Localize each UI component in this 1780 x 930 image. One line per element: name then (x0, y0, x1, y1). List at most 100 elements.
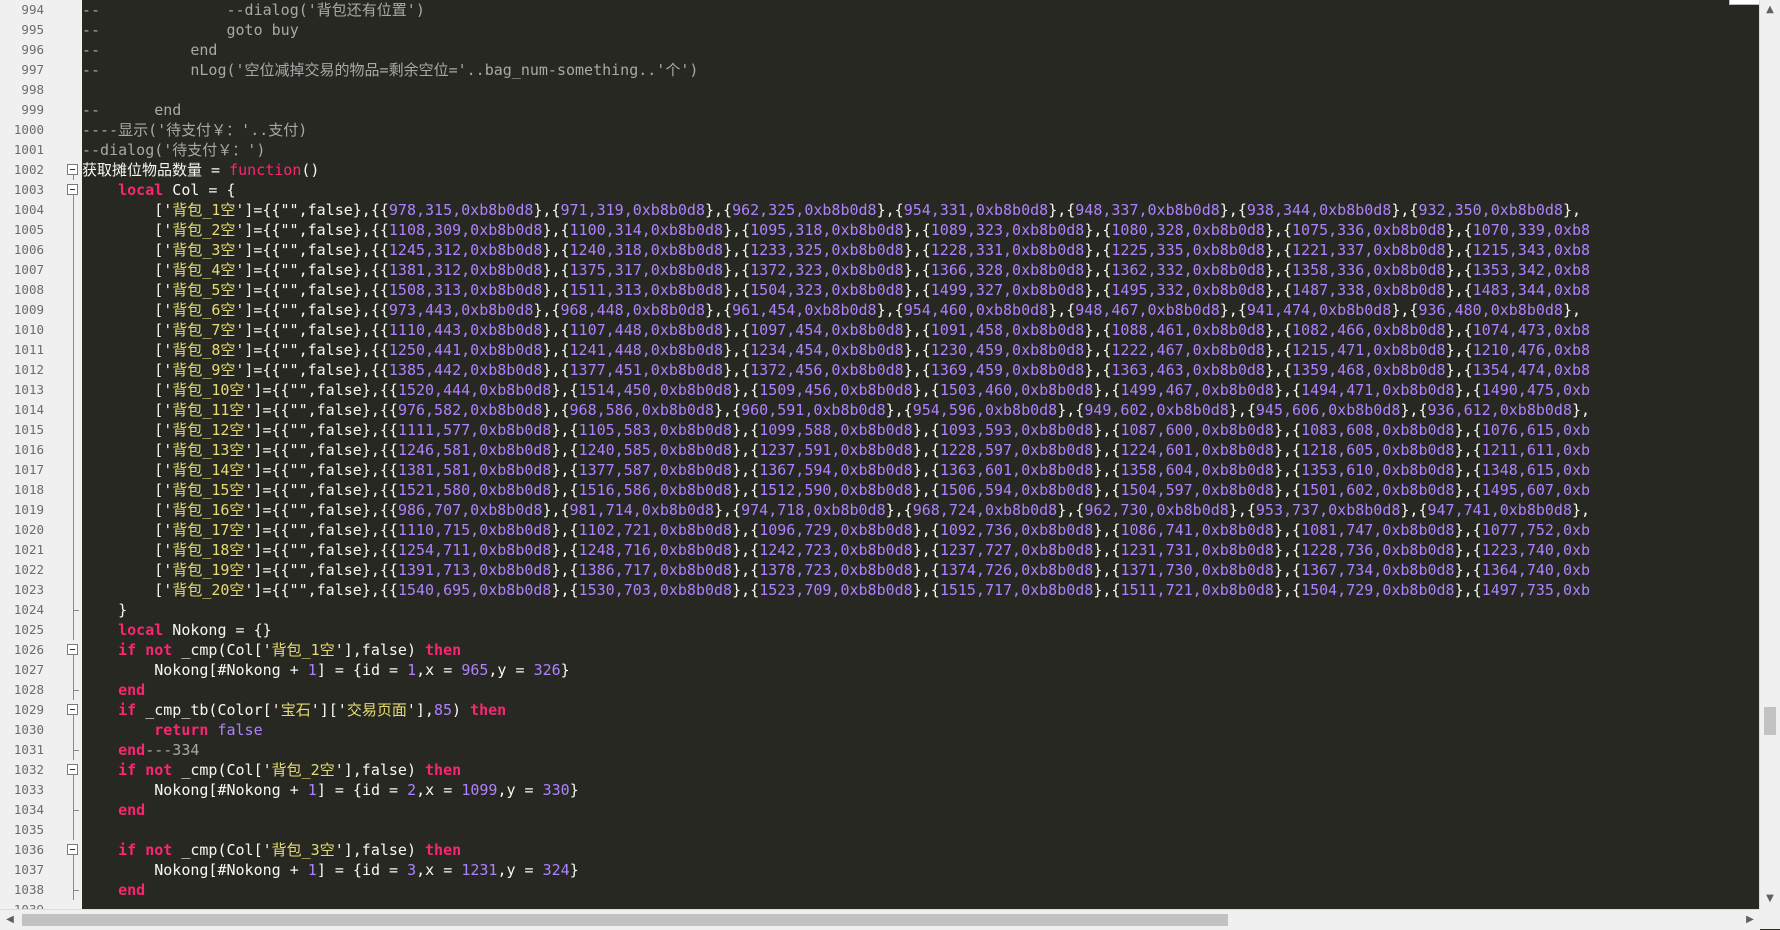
code-line[interactable]: ['背包_14空']={{"",false},{{1381,581,0xb8b0… (82, 460, 1590, 480)
fold-toggle-icon[interactable] (67, 844, 78, 855)
code-token: ,x = (416, 781, 462, 799)
code-line[interactable]: -- end (82, 40, 217, 60)
code-token: 1105,583,0xb8b0d8 (578, 421, 733, 439)
code-token: [' (82, 501, 173, 519)
code-line[interactable]: ['背包_13空']={{"",false},{{1246,581,0xb8b0… (82, 440, 1590, 460)
code-line[interactable]: end (82, 880, 145, 900)
fold-toggle-icon[interactable] (67, 184, 78, 195)
code-token: 1223,740,0xb (1481, 541, 1591, 559)
code-line[interactable]: ['背包_8空']={{"",false},{{1250,441,0xb8b0d… (82, 340, 1590, 360)
code-line[interactable]: ['背包_1空']={{"",false},{{978,315,0xb8b0d8… (82, 200, 1581, 220)
code-line[interactable]: -- end (82, 100, 181, 120)
fold-margin[interactable] (66, 0, 82, 909)
code-token: 941,474,0xb8b0d8 (1246, 301, 1392, 319)
code-token: 1237,591,0xb8b0d8 (759, 441, 913, 459)
line-number: 1028 (13, 682, 44, 697)
code-line[interactable]: ['背包_2空']={{"",false},{{1108,309,0xb8b0d… (82, 220, 1590, 240)
code-area[interactable]: -- --dialog('背包还有位置') -- goto buy -- end --… (82, 0, 1760, 909)
code-token: 1074,473,0xb8 (1472, 321, 1591, 339)
fold-guide (73, 890, 74, 900)
code-token: Nokong = {} (163, 621, 272, 639)
code-token: 背包_3空 (172, 241, 236, 259)
code-line[interactable]: ['背包_9空']={{"",false},{{1385,442,0xb8b0d… (82, 360, 1590, 380)
scroll-up-arrow-icon[interactable]: ▲ (1760, 0, 1780, 20)
line-number: 1022 (13, 562, 44, 577)
code-token: },{ (705, 201, 733, 219)
code-line[interactable]: ['背包_7空']={{"",false},{{1110,443,0xb8b0d… (82, 320, 1590, 340)
fold-guide (73, 780, 74, 800)
code-line[interactable]: -- --dialog('背包还有位置') (82, 0, 425, 20)
code-token: [' (82, 401, 173, 419)
code-line[interactable]: 获取摊位物品数量 = function() (82, 160, 319, 180)
fold-guide (73, 720, 74, 740)
vertical-scrollbar[interactable]: ▲ ▼ (1759, 0, 1780, 909)
code-line[interactable]: ['背包_15空']={{"",false},{{1521,580,0xb8b0… (82, 480, 1590, 500)
code-line[interactable]: if not _cmp(Col['背包_1空'],false) then (82, 640, 461, 660)
scroll-left-arrow-icon[interactable]: ◀ (0, 910, 20, 930)
code-line[interactable]: ['背包_18空']={{"",false},{{1254,711,0xb8b0… (82, 540, 1590, 560)
code-line[interactable]: } (82, 600, 127, 620)
code-token: },{ (1084, 241, 1112, 259)
code-line[interactable]: ['背包_3空']={{"",false},{{1245,312,0xb8b0d… (82, 240, 1590, 260)
code-line[interactable]: --dialog('待支付￥：') (82, 140, 265, 160)
code-line[interactable]: ['背包_12空']={{"",false},{{1111,577,0xb8b0… (82, 420, 1590, 440)
code-line[interactable]: Nokong[#Nokong + 1] = {id = 1,x = 965,y … (82, 660, 569, 680)
code-line[interactable]: ['背包_19空']={{"",false},{{1391,713,0xb8b0… (82, 560, 1590, 580)
code-token: = (211, 161, 230, 179)
code-line[interactable]: ['背包_4空']={{"",false},{{1381,312,0xb8b0d… (82, 260, 1590, 280)
code-token: 948,467,0xb8b0d8 (1075, 301, 1220, 319)
code-line[interactable]: return false (82, 720, 262, 740)
code-editor[interactable]: 994 995 996 997 998 999 1000 1001 1002 1003 1004 10… (0, 0, 1760, 909)
code-line[interactable]: local Col = { (82, 180, 235, 200)
code-line[interactable]: end (82, 680, 145, 700)
code-token: 1231,731,0xb8b0d8 (1120, 541, 1274, 559)
line-number: 1011 (13, 342, 44, 357)
code-line[interactable]: if _cmp_tb(Color['宝石']['交易页面'],85) then (82, 700, 506, 720)
fold-guide (73, 440, 74, 460)
code-line[interactable]: -- nLog('空位减掉交易的物品=剩余空位='..bag_num-somet… (82, 60, 698, 80)
vertical-scroll-thumb[interactable] (1764, 707, 1776, 735)
code-line[interactable]: end---334 (82, 740, 199, 760)
code-token: 1099,588,0xb8b0d8 (759, 421, 913, 439)
fold-guide (73, 660, 74, 680)
code-line[interactable]: ['背包_11空']={{"",false},{{976,582,0xb8b0d… (82, 400, 1590, 420)
code-token: 1353,610,0xb8b0d8 (1301, 461, 1455, 479)
code-line[interactable]: ----显示('待支付￥：'..支付) (82, 120, 307, 140)
code-token: ----显示('待支付￥：'..支付) (82, 121, 308, 139)
code-line[interactable]: ['背包_17空']={{"",false},{{1110,715,0xb8b0… (82, 520, 1590, 540)
horizontal-scroll-thumb[interactable] (22, 914, 1228, 926)
fold-toggle-icon[interactable] (67, 704, 78, 715)
code-token: 1228,331,0xb8b0d8 (930, 241, 1085, 259)
code-token: 976,582,0xb8b0d8 (397, 401, 543, 419)
scroll-right-arrow-icon[interactable]: ▶ (1740, 910, 1760, 930)
code-token: 背包_7空 (172, 321, 236, 339)
code-line[interactable]: ['背包_5空']={{"",false},{{1508,313,0xb8b0d… (82, 280, 1590, 300)
code-token: },{ (1273, 541, 1302, 559)
code-token: 1372,323,0xb8b0d8 (750, 261, 904, 279)
code-token: 1516,586,0xb8b0d8 (578, 481, 733, 499)
code-line[interactable]: ['背包_6空']={{"",false},{{973,443,0xb8b0d8… (82, 300, 1581, 320)
code-line[interactable]: end (82, 800, 145, 820)
fold-toggle-icon[interactable] (67, 764, 78, 775)
fold-toggle-icon[interactable] (67, 164, 78, 175)
horizontal-scrollbar[interactable]: ◀ ▶ (0, 909, 1760, 930)
code-line[interactable]: ['背包_10空']={{"",false},{{1520,444,0xb8b0… (82, 380, 1590, 400)
scroll-down-arrow-icon[interactable]: ▼ (1760, 889, 1780, 909)
code-token: 1521,580,0xb8b0d8 (397, 481, 552, 499)
code-token: -- end (82, 41, 218, 59)
code-line[interactable]: -- goto buy (82, 20, 299, 40)
code-line[interactable]: ['背包_20空']={{"",false},{{1540,695,0xb8b0… (82, 580, 1590, 600)
code-line[interactable]: Nokong[#Nokong + 1] = {id = 2,x = 1099,y… (82, 780, 578, 800)
code-token: then (425, 641, 462, 659)
fold-toggle-icon[interactable] (67, 644, 78, 655)
code-line[interactable]: if not _cmp(Col['背包_3空'],false) then (82, 840, 461, 860)
code-token: 背包_2空 (271, 761, 335, 779)
code-line[interactable]: local Nokong = {} (82, 620, 272, 640)
code-line[interactable]: Nokong[#Nokong + 1] = {id = 3,x = 1231,y… (82, 860, 578, 880)
code-token: '],false) (334, 761, 426, 779)
code-token: 1375,317,0xb8b0d8 (569, 261, 724, 279)
code-line[interactable]: ['背包_16空']={{"",false},{{986,707,0xb8b0d… (82, 500, 1590, 520)
code-line[interactable]: if not _cmp(Col['背包_2空'],false) then (82, 760, 461, 780)
line-number: 1008 (13, 282, 44, 297)
